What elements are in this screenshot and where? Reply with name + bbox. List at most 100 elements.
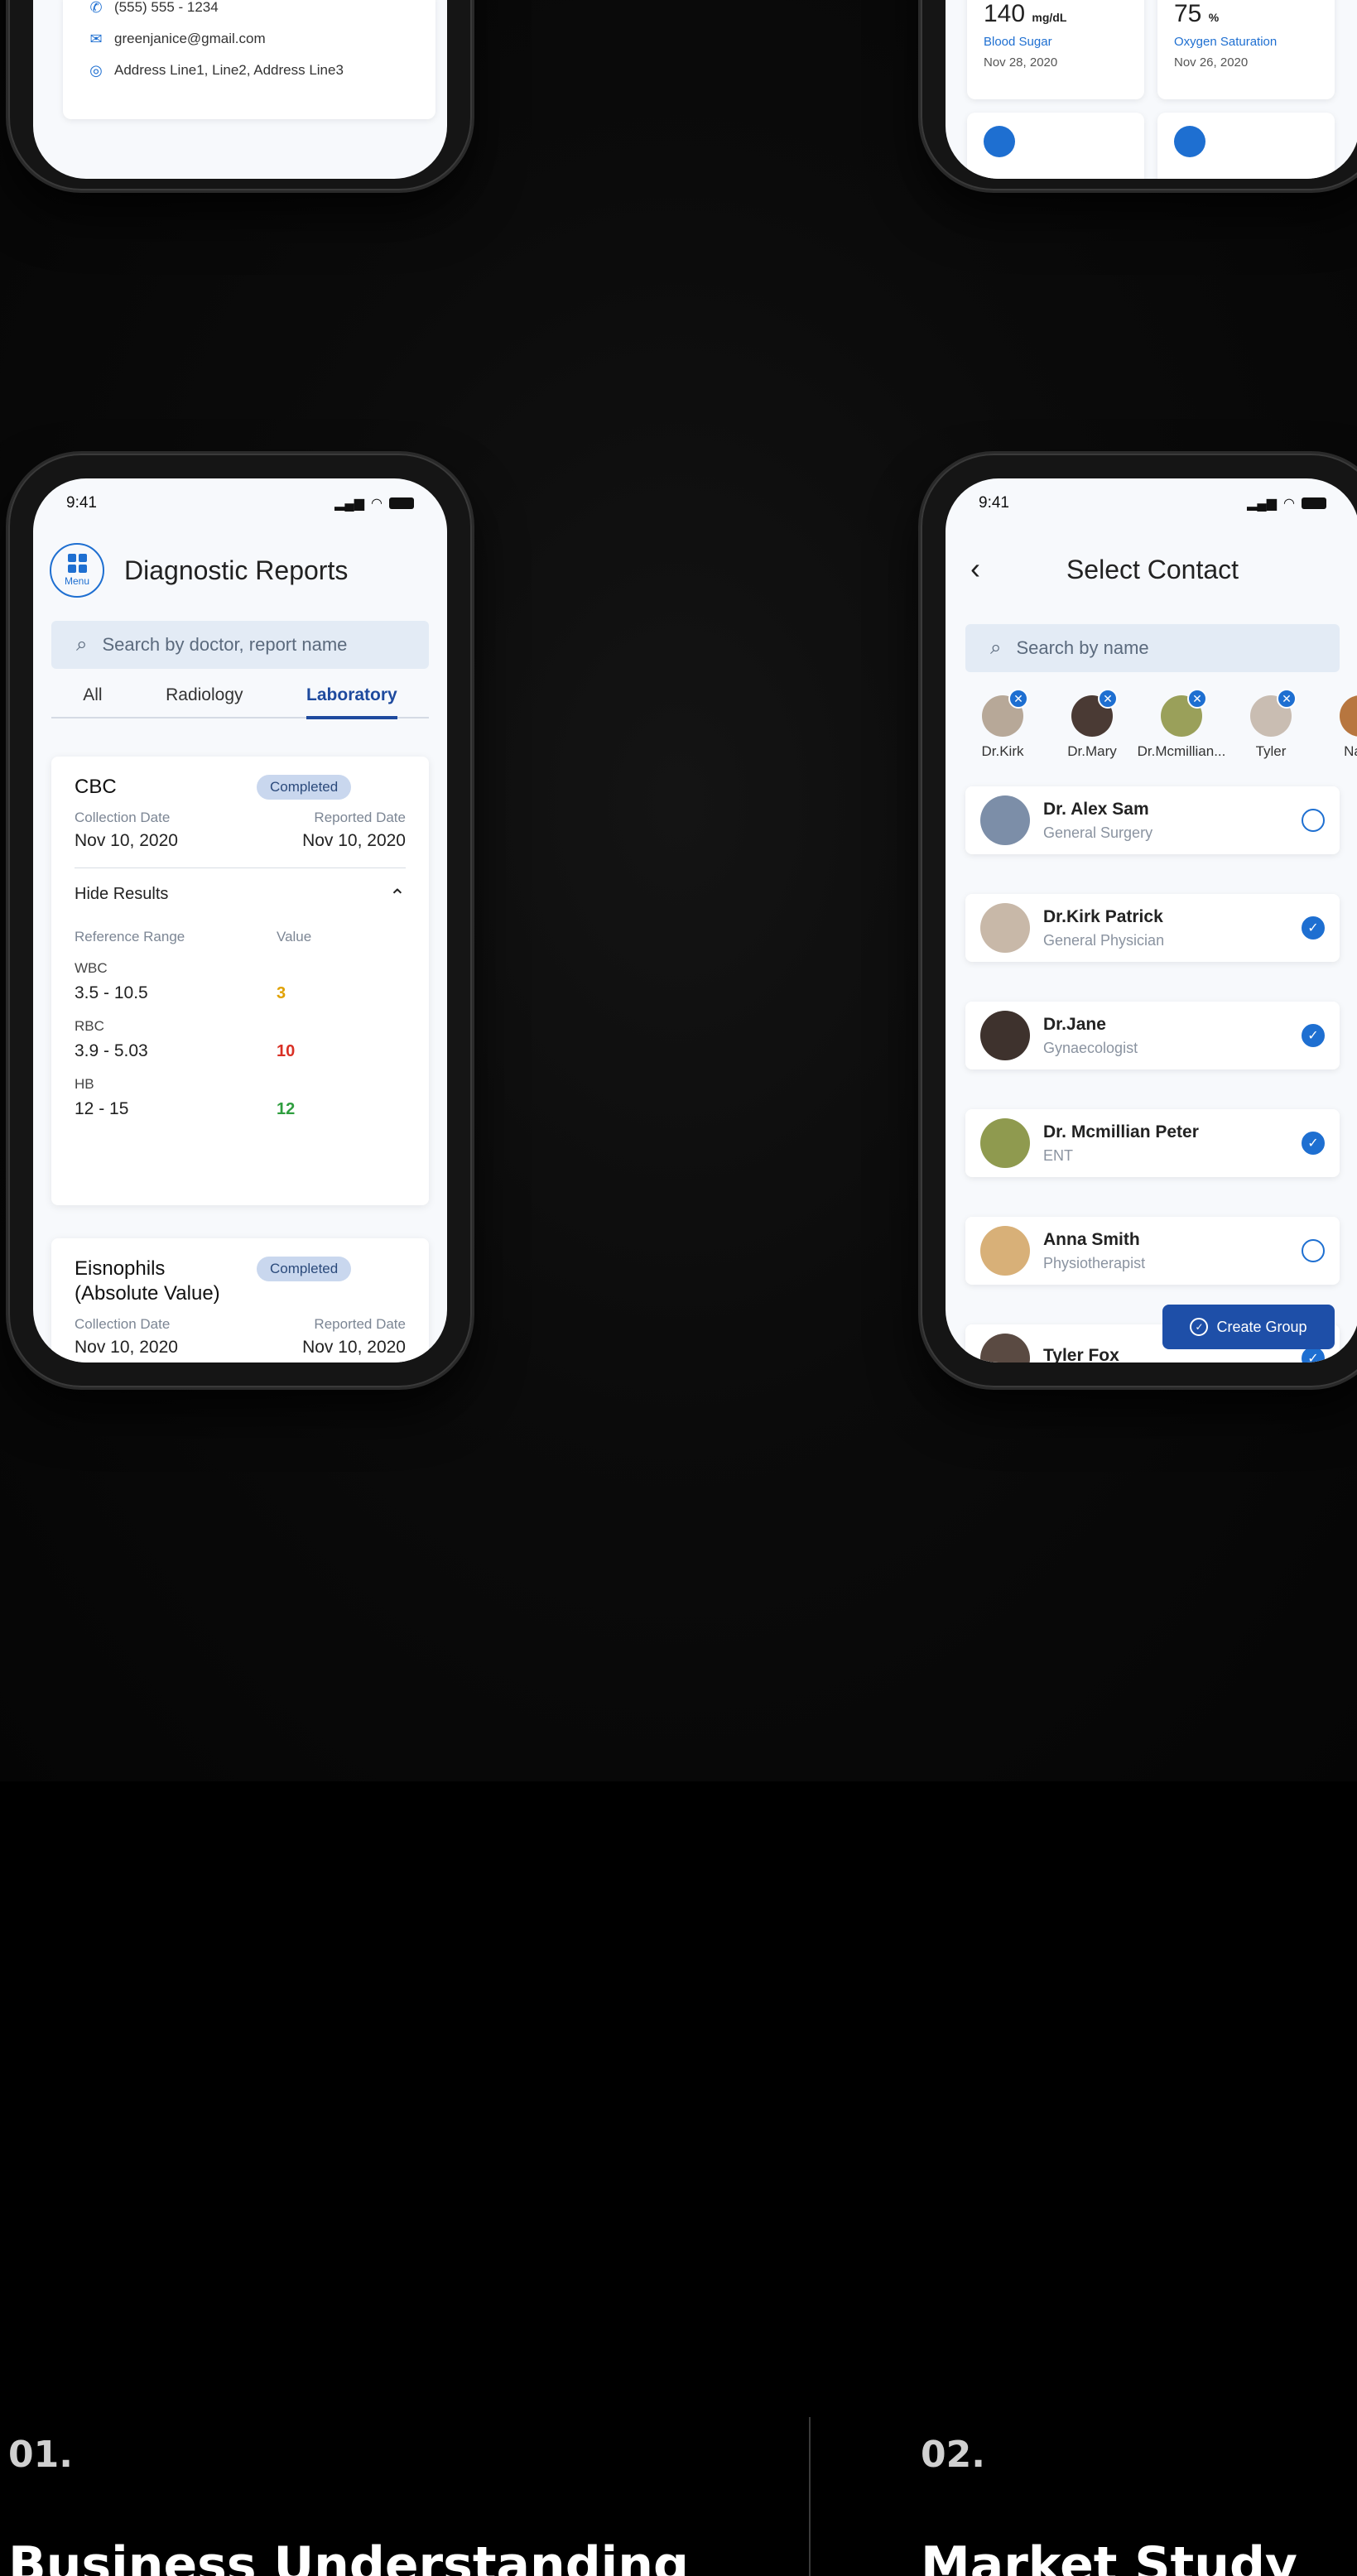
page-header: Menu Diagnostic Reports [50, 543, 431, 598]
blood-sugar-unit: mg/dL [1032, 11, 1067, 24]
chip-label: Dr.Mcmillian... [1137, 743, 1226, 759]
result-value: 12 [277, 1100, 296, 1118]
signal-icon: ▂▄▆ [1247, 497, 1278, 511]
oxygen-date: Nov 26, 2020 [1174, 55, 1249, 70]
vitals-phone-mockup: 140 mg/dL Blood Sugar Nov 28, 2020 75 % … [921, 0, 1357, 190]
profile-screen: ✆ (555) 555 - 1234 ✉ greenjanice@gmail.com… [33, 0, 447, 179]
selected-chip[interactable]: ✕ Tyler [1235, 689, 1306, 760]
status-badge: Completed [257, 1257, 352, 1281]
result-value: 3 [277, 984, 286, 1002]
menu-label: Menu [64, 575, 90, 587]
contact-name: Dr.Jane [1043, 1014, 1106, 1034]
oxygen-card[interactable]: 75 % Oxygen Saturation Nov 26, 2020 [1157, 0, 1335, 99]
clock: 9:41 [979, 494, 1009, 512]
phone-icon: ✆ [89, 0, 103, 16]
chevron-up-icon: ⌃ [388, 886, 406, 908]
search-input[interactable]: ⌕ Search by doctor, report name [51, 621, 429, 669]
close-icon[interactable]: ✕ [1098, 689, 1118, 709]
result-row: RBC 3.9 - 5.03 10 [75, 1018, 406, 1061]
search-placeholder: Search by doctor, report name [102, 634, 348, 655]
collection-date-label: Collection Date [75, 810, 171, 825]
report-card-eisnophils[interactable]: Eisnophils (Absolute Value) Completed Co… [51, 1238, 429, 1362]
menu-button[interactable]: Menu [50, 543, 104, 598]
chip-label: Tyler [1255, 743, 1287, 759]
contact-card[interactable]: Dr.Jane Gynaecologist ✓ [965, 1002, 1340, 1069]
contact-card[interactable]: Anna Smith Physiotherapist [965, 1217, 1340, 1285]
hide-results-label: Hide Results [75, 885, 169, 903]
check-circle-icon: ✓ [1190, 1318, 1209, 1336]
result-name: HB [75, 1076, 94, 1092]
result-range: 12 - 15 [75, 1099, 129, 1118]
section-divider [809, 2417, 811, 2576]
avatar [980, 795, 1030, 845]
result-range: 3.5 - 10.5 [75, 983, 148, 1002]
tab-laboratory[interactable]: Laboratory [306, 675, 397, 719]
status-bar: 9:41 ▂▄▆ ◠ [33, 478, 447, 528]
battery-icon [389, 497, 414, 509]
address-text: Address Line1, Line2, Address Line3 [114, 62, 344, 78]
phone-row: ✆ (555) 555 - 1234 [88, 0, 411, 23]
search-input[interactable]: ⌕ Search by name [965, 624, 1340, 672]
section-title: Business Understanding [8, 2536, 689, 2576]
avatar [980, 1226, 1030, 1276]
status-badge: Completed [257, 775, 352, 800]
contact-role: General Surgery [1043, 824, 1153, 841]
check-icon[interactable]: ✓ [1302, 916, 1325, 940]
reported-date-label: Reported Date [314, 1316, 406, 1332]
blood-sugar-card[interactable]: 140 mg/dL Blood Sugar Nov 28, 2020 [967, 0, 1144, 99]
blood-sugar-value: 140 [984, 0, 1026, 27]
avatar [980, 1118, 1030, 1168]
avatar: ✕ [1161, 689, 1207, 737]
reported-date: Nov 10, 2020 [302, 831, 406, 850]
report-name: Eisnophils (Absolute Value) [75, 1257, 220, 1305]
hide-results-toggle[interactable]: Hide Results ⌃ [75, 885, 406, 909]
avatar: ✕ [1071, 689, 1118, 737]
signal-icon: ▂▄▆ [334, 497, 365, 511]
selected-contacts-row: ✕ Dr.Kirk ✕ Dr.Mary ✕ Dr.Mcmillian... ✕ Tyle… [967, 689, 1357, 760]
contact-card[interactable]: Dr. Mcmillian Peter ENT ✓ [965, 1109, 1340, 1177]
chip-label: Dr.Kirk [981, 743, 1024, 759]
phone-text: (555) 555 - 1234 [114, 0, 219, 15]
contact-name: Dr.Kirk Patrick [1043, 906, 1163, 926]
create-group-button[interactable]: ✓ Create Group [1162, 1305, 1335, 1349]
selected-chip[interactable]: ✕ Dr.Mary [1056, 689, 1128, 760]
blood-sugar-date: Nov 28, 2020 [984, 55, 1058, 70]
tab-radiology[interactable]: Radiology [166, 675, 243, 717]
vital-card-4[interactable] [1157, 113, 1335, 179]
contact-card[interactable]: Dr.Kirk Patrick General Physician ✓ [965, 894, 1340, 962]
avatar [980, 903, 1030, 953]
selected-chip[interactable]: ✕ Dr.Mcmillian... [1138, 689, 1225, 760]
wifi-icon: ◠ [371, 497, 383, 511]
location-pin-icon: ◎ [89, 61, 103, 79]
vital-icon [1174, 126, 1205, 157]
select-radio[interactable] [1302, 1239, 1325, 1262]
mail-icon: ✉ [89, 30, 103, 47]
search-icon: ⌕ [990, 637, 1002, 659]
result-row: HB 12 - 15 12 [75, 1076, 406, 1119]
contact-role: Physiotherapist [1043, 1254, 1146, 1271]
selected-chip[interactable]: ✕ Dr.Kirk [967, 689, 1038, 760]
blood-sugar-label: Blood Sugar [984, 35, 1052, 49]
vital-card-3[interactable] [967, 113, 1144, 179]
select-radio[interactable] [1302, 809, 1325, 832]
contact-name: Anna Smith [1043, 1229, 1140, 1249]
contact-card[interactable]: Dr. Alex Sam General Surgery [965, 786, 1340, 854]
collection-date: Nov 10, 2020 [75, 1338, 178, 1357]
report-card-header: CBC Completed [75, 775, 406, 800]
email-row: ✉ greenjanice@gmail.com [88, 23, 411, 55]
close-icon[interactable]: ✕ [1277, 689, 1297, 709]
battery-icon [1302, 497, 1326, 509]
diagnostic-phone-mockup: 9:41 ▂▄▆ ◠ Menu Diagnostic Reports ⌕ Sear… [8, 454, 472, 1387]
selected-chip[interactable]: ✕ Nanc [1325, 695, 1357, 760]
report-card-cbc[interactable]: CBC Completed Collection Date Nov 10, 202… [51, 757, 429, 1205]
reported-date-label: Reported Date [314, 810, 406, 825]
close-icon[interactable]: ✕ [1008, 689, 1028, 709]
result-name: WBC [75, 960, 108, 976]
contact-name: Dr. Mcmillian Peter [1043, 1122, 1199, 1141]
diagnostic-screen: 9:41 ▂▄▆ ◠ Menu Diagnostic Reports ⌕ Sear… [33, 478, 447, 1362]
check-icon[interactable]: ✓ [1302, 1132, 1325, 1155]
tab-all[interactable]: All [83, 675, 102, 717]
close-icon[interactable]: ✕ [1187, 689, 1207, 709]
check-icon[interactable]: ✓ [1302, 1024, 1325, 1047]
email-text: greenjanice@gmail.com [114, 31, 266, 46]
